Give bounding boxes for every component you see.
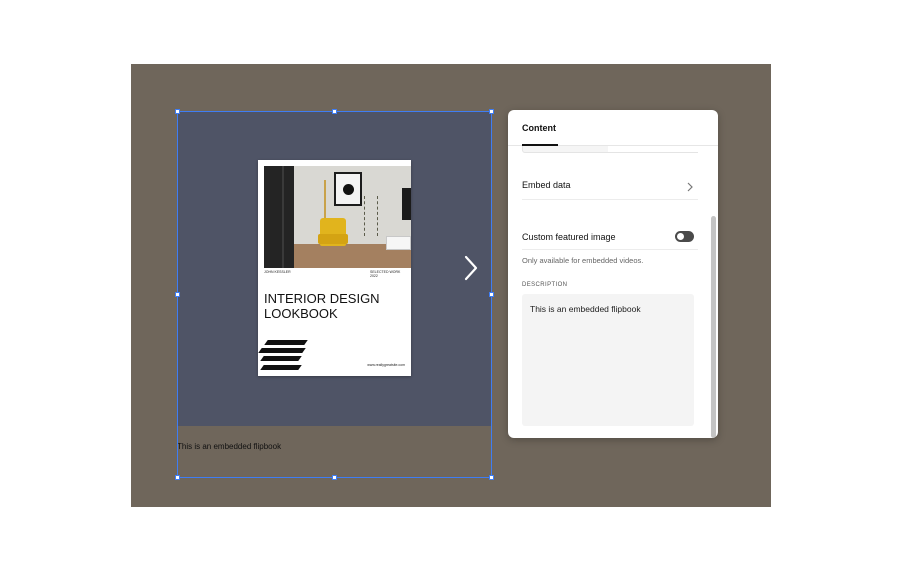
chevron-right-icon xyxy=(686,179,694,192)
resize-handle-bottom-left[interactable] xyxy=(175,475,180,480)
flipbook-cover[interactable]: JOHN KESSLER SELECTED WORK 2022 INTERIOR… xyxy=(258,160,411,376)
resize-handle-bottom[interactable] xyxy=(332,475,337,480)
embed-data-row[interactable]: Embed data xyxy=(522,172,698,200)
description-label: DESCRIPTION xyxy=(522,282,568,288)
cover-stripe xyxy=(260,356,302,361)
cover-stripe xyxy=(260,365,302,370)
help-text: Only available for embedded videos. xyxy=(522,256,644,265)
scrollbar-thumb[interactable] xyxy=(711,216,716,438)
resize-handle-top[interactable] xyxy=(332,109,337,114)
resize-handle-right[interactable] xyxy=(489,292,494,297)
custom-featured-image-row: Custom featured image xyxy=(522,224,698,250)
cover-stripe xyxy=(264,340,308,345)
cover-author: JOHN KESSLER xyxy=(264,270,291,274)
cover-photo xyxy=(264,166,411,268)
resize-handle-left[interactable] xyxy=(175,292,180,297)
resize-handle-top-right[interactable] xyxy=(489,109,494,114)
resize-handle-top-left[interactable] xyxy=(175,109,180,114)
embed-caption: This is an embedded flipbook xyxy=(177,442,282,451)
description-field[interactable]: This is an embedded flipbook xyxy=(522,294,694,426)
panel-header: Content xyxy=(508,110,718,146)
cover-title: INTERIOR DESIGN LOOKBOOK xyxy=(264,291,380,321)
custom-featured-image-toggle[interactable] xyxy=(675,231,694,242)
cover-url: www.reallygreatsite.com xyxy=(367,363,405,367)
chevron-right-icon[interactable] xyxy=(461,254,481,282)
tab-content[interactable]: Content xyxy=(522,123,556,133)
resize-handle-bottom-right[interactable] xyxy=(489,475,494,480)
cover-stripe xyxy=(258,348,306,353)
cover-collection: SELECTED WORK 2022 xyxy=(370,270,401,278)
block-settings-panel: Content Embed data Custom featured image… xyxy=(508,110,718,438)
embed-data-label: Embed data xyxy=(522,180,571,190)
segmented-option[interactable] xyxy=(608,146,698,153)
custom-featured-image-label: Custom featured image xyxy=(522,232,616,242)
